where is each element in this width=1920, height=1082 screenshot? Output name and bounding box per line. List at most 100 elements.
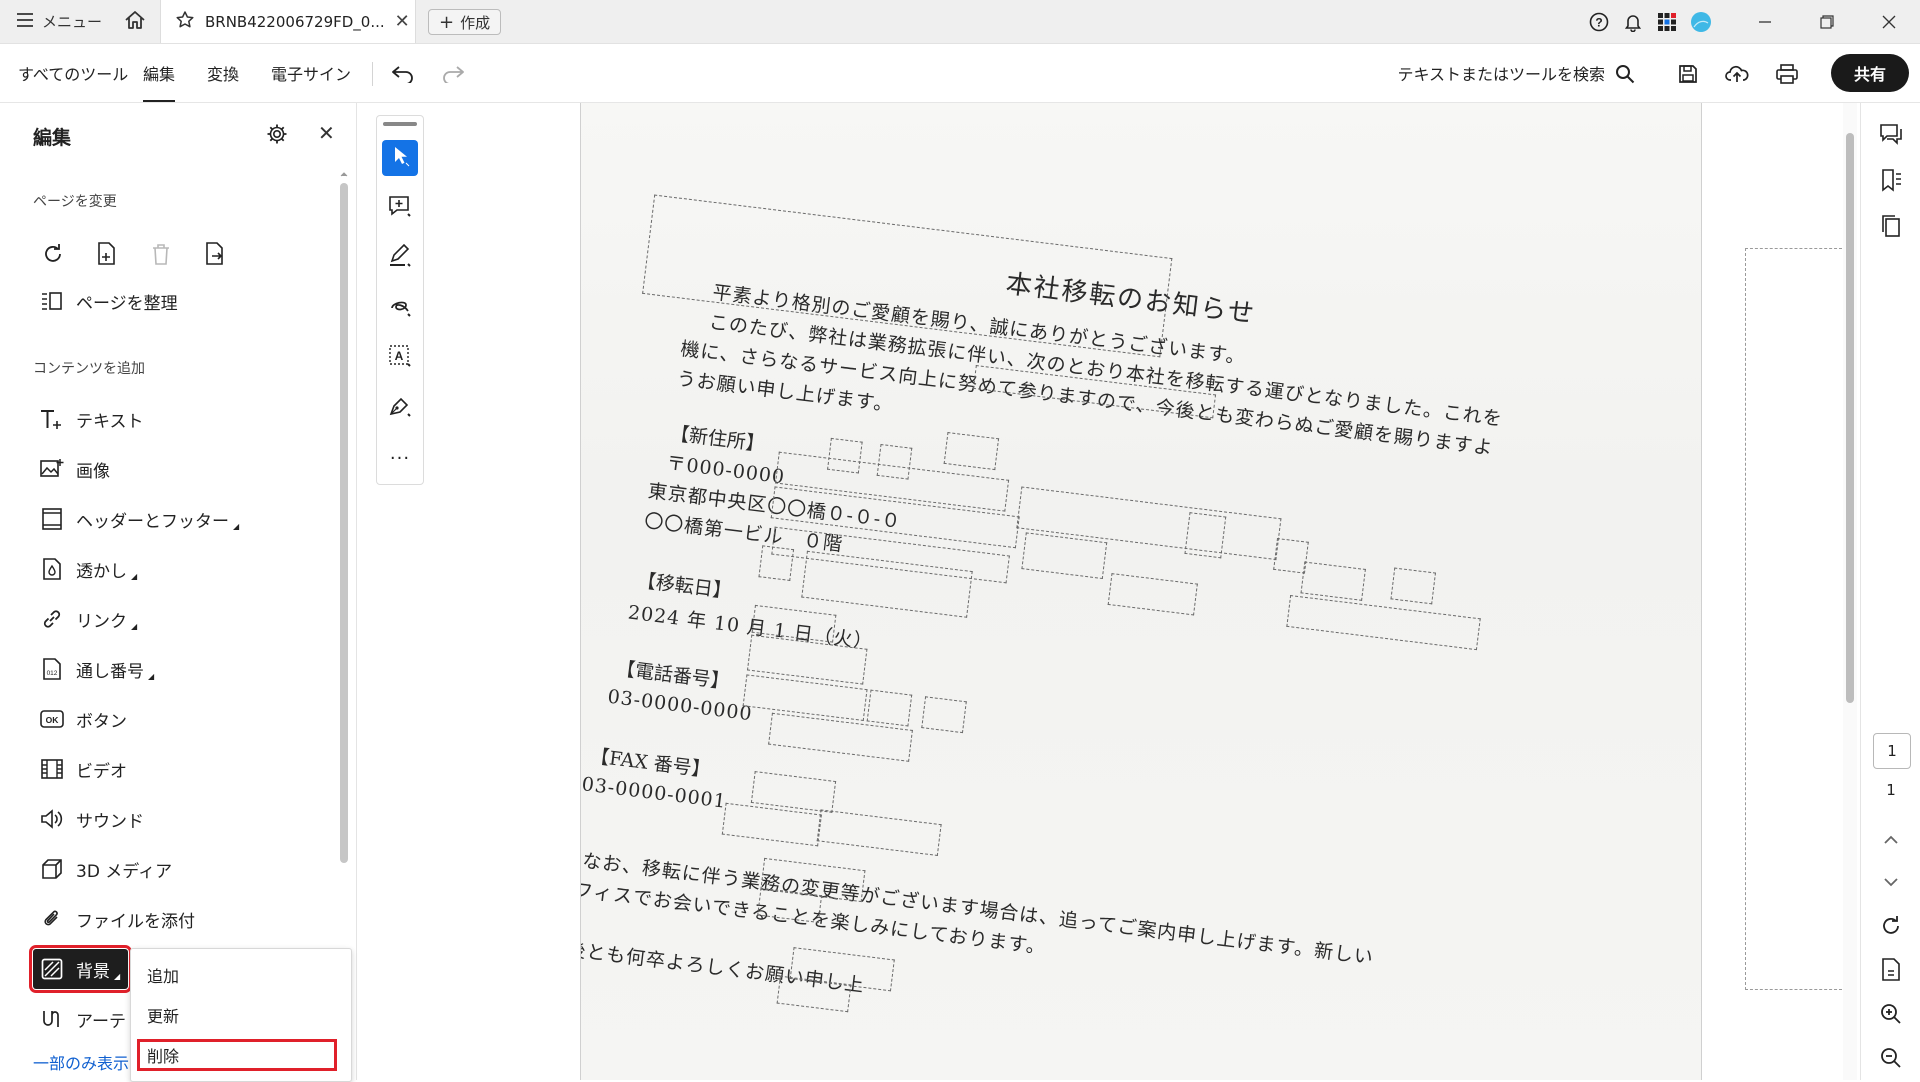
add-image-item[interactable]: 画像 [40,451,110,487]
text-region-box[interactable] [866,689,913,727]
text-box-tool[interactable]: A [382,340,418,376]
text-region-box[interactable] [1300,561,1366,601]
print-icon[interactable] [1773,60,1801,88]
artifact-item[interactable]: アーテ [40,1001,126,1037]
right-rail: 1 1 [1860,103,1920,1080]
bates-number-item[interactable]: 012 通し番号 ◢ [40,651,154,687]
star-icon[interactable] [175,10,195,34]
link-item[interactable]: リンク ◢ [40,601,137,637]
extract-page-icon[interactable] [202,241,228,267]
menu-item-update[interactable]: 更新 [147,1003,179,1027]
freehand-icon [388,294,412,322]
gear-icon[interactable] [266,123,288,149]
minimize-icon[interactable] [1734,15,1796,29]
background-item[interactable]: 背景 ◢ [28,945,133,993]
page-fit-icon[interactable] [1878,957,1904,983]
sign-tool[interactable] [382,390,418,426]
panel-scrollbar-thumb[interactable] [340,183,348,863]
page-number-input[interactable]: 1 [1873,733,1911,769]
save-icon[interactable] [1674,60,1702,88]
menu-button[interactable]: メニュー [16,0,102,43]
select-tool[interactable] [382,140,418,176]
document-tab[interactable]: BRNB422006729FD_0... ✕ [160,0,416,43]
tab-all-tools[interactable]: すべてのツール [18,44,128,102]
sound-item[interactable]: サウンド [40,801,144,837]
document-scrollbar-thumb[interactable] [1846,133,1854,703]
window-close-icon[interactable] [1858,15,1920,29]
text-region-box[interactable] [921,696,967,734]
drag-handle[interactable] [383,122,417,126]
menu-item-delete[interactable]: 削除 [147,1043,179,1067]
zoom-out-icon[interactable] [1878,1045,1904,1071]
svg-text:012: 012 [47,670,58,677]
add-image-label: 画像 [76,461,110,482]
comments-icon[interactable] [1878,121,1904,147]
insert-page-icon[interactable] [94,241,120,267]
tab-e-sign[interactable]: 電子サイン [271,44,351,102]
pages-thumbnail-icon[interactable] [1878,213,1904,239]
tool-search-label[interactable]: テキストまたはツールを検索 [1397,44,1605,102]
create-button[interactable]: + 作成 [428,9,502,35]
home-icon [124,10,146,34]
text-region-box[interactable] [943,432,1000,471]
menu-item-add[interactable]: 追加 [147,963,179,987]
tab-convert[interactable]: 変換 [207,44,239,102]
page-up-icon[interactable] [1878,827,1904,853]
document-scrollbar[interactable] [1843,103,1857,1080]
bell-icon[interactable] [1616,12,1650,32]
add-text-item[interactable]: テキスト [40,401,144,437]
tab-edit[interactable]: 編集 [143,44,176,102]
search-icon[interactable] [1611,60,1639,88]
background-dropdown-menu: 追加 更新 削除 [130,948,352,1082]
button-item[interactable]: OK ボタン [40,701,127,737]
watermark-item[interactable]: 透かし ◢ [40,551,137,587]
highlight-tool[interactable] [382,240,418,276]
artifact-label: アーテ [76,1011,126,1032]
undo-icon[interactable] [389,60,417,88]
redo-icon[interactable] [439,60,467,88]
document-page[interactable]: 本社移転のお知らせ 平素より格別のご愛顧を賜り、誠にありがとうございます。 この… [580,103,1702,1080]
cloud-upload-icon[interactable] [1723,60,1751,88]
submenu-indicator-icon: ◢ [131,571,138,581]
watermark-label: 透かし [76,561,127,582]
add-comment-tool[interactable] [382,190,418,226]
submenu-indicator-icon: ◢ [148,671,155,681]
close-panel-icon[interactable]: ✕ [318,121,335,145]
scroll-up-icon[interactable] [338,169,350,179]
organize-pages-button[interactable]: ページを整理 [40,283,178,319]
home-button[interactable] [120,0,150,43]
more-tools[interactable]: ··· [382,440,418,476]
profile-icon[interactable] [1684,11,1718,33]
text-region-box[interactable] [1184,512,1227,559]
text-region-box[interactable] [758,545,795,581]
text-region-box[interactable] [1390,567,1437,605]
text-region-box[interactable] [1286,595,1481,651]
bookmark-icon[interactable] [1878,167,1904,193]
text-region-box[interactable] [1107,573,1198,616]
help-icon[interactable]: ? [1582,12,1616,32]
attach-file-item[interactable]: ファイルを添付 [40,901,195,937]
3d-media-item[interactable]: 3D メディア [40,851,172,887]
page-down-icon[interactable] [1878,869,1904,895]
page-total: 1 [1886,781,1896,799]
video-label: ビデオ [76,761,127,782]
panel-scrollbar[interactable] [338,169,350,869]
page-tools-row [40,241,228,267]
text-region-box[interactable] [1021,532,1108,580]
sound-icon [40,807,64,831]
text-region-box[interactable] [816,809,942,857]
zoom-in-icon[interactable] [1878,1001,1904,1027]
video-item[interactable]: ビデオ [40,751,127,787]
apps-icon[interactable] [1650,12,1684,32]
draw-tool[interactable] [382,290,418,326]
close-tab-icon[interactable]: ✕ [395,11,410,32]
rotate-view-icon[interactable] [1878,913,1904,939]
rotate-icon[interactable] [40,241,66,267]
show-less-link[interactable]: 一部のみ表示 [33,1050,129,1074]
restore-icon[interactable] [1796,14,1858,29]
document-viewport[interactable]: 本社移転のお知らせ 平素より格別のご愛顧を賜り、誠にありがとうございます。 この… [440,103,1860,1080]
bates-number-label: 通し番号 [76,661,144,682]
toolbar-divider [372,62,373,86]
header-footer-item[interactable]: ヘッダーとフッター ◢ [40,501,239,537]
share-button[interactable]: 共有 [1831,54,1909,92]
